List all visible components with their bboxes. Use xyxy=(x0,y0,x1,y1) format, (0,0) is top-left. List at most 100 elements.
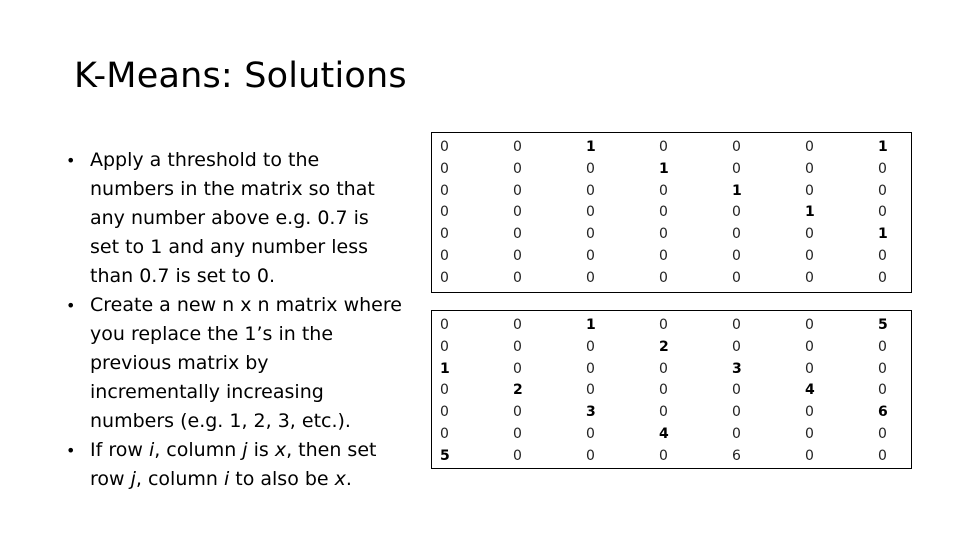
matrix-cell: 0 xyxy=(513,182,522,199)
matrix-cell: 0 xyxy=(659,317,668,333)
matrix-cell: 0 xyxy=(878,204,887,221)
matrix-cell: 0 xyxy=(659,247,668,264)
matrix-grid: 0 0 1 0 0 0 5 0 0 0 2 0 0 0 1 0 0 0 3 0 0 0 2 0 0 0 4 0 0 0 3 0 0 0 6 0 0 0 4 0… xyxy=(440,317,951,470)
numbered-symmetric-matrix: 0 0 1 0 0 0 5 0 0 0 2 0 0 0 1 0 0 0 3 0 0 0 2 0 0 0 4 0 0 0 3 0 0 0 6 0 0 0 4 0… xyxy=(431,310,912,469)
matrix-cell: 2 xyxy=(659,338,669,355)
matrix-cell: 0 xyxy=(440,247,449,264)
matrix-cell: 0 xyxy=(805,447,814,464)
matrix-cell: 0 xyxy=(659,447,668,464)
matrix-cell: 0 xyxy=(805,404,814,421)
bullet-text: Create a new n x n matrix where you repl… xyxy=(90,294,402,432)
matrix-cell: 1 xyxy=(732,182,742,199)
bullet-variable: x xyxy=(274,439,287,461)
matrix-cell: 1 xyxy=(878,139,888,155)
matrix-cell: 0 xyxy=(805,226,814,243)
matrix-cell: 0 xyxy=(440,382,449,399)
matrix-cell: 0 xyxy=(440,226,449,243)
matrix-cell: 0 xyxy=(513,360,522,377)
matrix-cell: 0 xyxy=(805,139,814,155)
matrix-cell: 0 xyxy=(586,182,595,199)
matrix-cell: 0 xyxy=(732,139,741,155)
matrix-cell: 1 xyxy=(805,204,815,221)
matrix-cell: 0 xyxy=(513,425,522,442)
matrix-cell: 3 xyxy=(586,404,596,421)
matrix-cell: 0 xyxy=(440,425,449,442)
bullet-dot-icon: • xyxy=(66,151,76,170)
matrix-cell: 0 xyxy=(586,338,595,355)
matrix-cell: 0 xyxy=(878,338,887,355)
matrix-cell: 0 xyxy=(878,360,887,377)
matrix-cell: 6 xyxy=(732,447,741,464)
bullet-text: Apply a threshold to the numbers in the … xyxy=(90,149,375,287)
matrix-cell: 1 xyxy=(440,360,450,377)
matrix-cell: 0 xyxy=(659,204,668,221)
matrix-cell: 0 xyxy=(586,447,595,464)
matrix-cell: 0 xyxy=(878,382,887,399)
matrix-cell: 0 xyxy=(586,160,595,177)
bullet-dot-icon: • xyxy=(66,441,76,460)
matrix-cell: 0 xyxy=(440,338,449,355)
bullet-item: • Apply a threshold to the numbers in the… xyxy=(62,146,402,291)
slide-title: K-Means: Solutions xyxy=(74,56,407,96)
matrix-cell: 3 xyxy=(732,360,742,377)
matrix-cell: 0 xyxy=(440,317,449,333)
matrix-cell: 0 xyxy=(732,160,741,177)
matrix-cell: 0 xyxy=(878,425,887,442)
matrix-cell: 0 xyxy=(586,269,595,286)
matrix-cell: 0 xyxy=(513,404,522,421)
matrix-cell: 0 xyxy=(513,204,522,221)
matrix-cell: 0 xyxy=(878,447,887,464)
matrix-cell: 0 xyxy=(878,247,887,264)
threshold-matrix: 0 0 1 0 0 0 1 0 0 0 1 0 0 0 0 0 0 0 1 0 0 0 0 0 0 0 1 0 0 0 0 0 0 0 1 0 0 0 0 0… xyxy=(431,132,912,293)
matrix-cell: 4 xyxy=(659,425,669,442)
matrix-cell: 0 xyxy=(732,425,741,442)
matrix-cell: 0 xyxy=(805,338,814,355)
matrix-cell: 0 xyxy=(732,269,741,286)
matrix-cell: 0 xyxy=(732,404,741,421)
matrix-cell: 0 xyxy=(513,226,522,243)
matrix-cell: 0 xyxy=(586,382,595,399)
matrix-cell: 0 xyxy=(586,247,595,264)
matrix-cell: 1 xyxy=(878,226,888,243)
matrix-cell: 0 xyxy=(440,160,449,177)
matrix-cell: 0 xyxy=(732,317,741,333)
matrix-cell: 0 xyxy=(513,139,522,155)
matrix-cell: 0 xyxy=(659,182,668,199)
matrix-cell: 0 xyxy=(440,182,449,199)
matrix-cell: 1 xyxy=(586,139,596,155)
matrix-cell: 0 xyxy=(659,269,668,286)
matrix-cell: 0 xyxy=(440,139,449,155)
matrix-cell: 0 xyxy=(805,360,814,377)
matrix-cell: 0 xyxy=(732,338,741,355)
matrix-cell: 0 xyxy=(732,247,741,264)
bullet-text: , column xyxy=(154,439,243,461)
matrix-cell: 0 xyxy=(805,182,814,199)
matrix-cell: 0 xyxy=(805,317,814,333)
bullet-text: If row xyxy=(90,439,149,461)
matrix-cell: 4 xyxy=(805,382,815,399)
matrix-cell: 0 xyxy=(586,360,595,377)
matrix-cell: 0 xyxy=(878,269,887,286)
matrix-cell: 1 xyxy=(586,317,596,333)
matrix-cell: 0 xyxy=(805,160,814,177)
matrix-cell: 0 xyxy=(659,360,668,377)
matrix-grid: 0 0 1 0 0 0 1 0 0 0 1 0 0 0 0 0 0 0 1 0 0 0 0 0 0 0 1 0 0 0 0 0 0 0 1 0 0 0 0 0… xyxy=(440,139,951,292)
matrix-cell: 0 xyxy=(878,160,887,177)
matrix-cell: 0 xyxy=(732,382,741,399)
bullet-text: is xyxy=(247,439,275,461)
bullet-item: • If row i, column j is x, then set row j… xyxy=(62,436,402,494)
matrix-cell: 0 xyxy=(659,226,668,243)
matrix-cell: 0 xyxy=(878,182,887,199)
matrix-cell: 0 xyxy=(659,382,668,399)
matrix-cell: 0 xyxy=(659,139,668,155)
matrix-cell: 0 xyxy=(586,425,595,442)
matrix-cell: 0 xyxy=(732,204,741,221)
matrix-cell: 5 xyxy=(878,317,888,333)
bullet-text: to also be xyxy=(229,468,335,490)
matrix-cell: 0 xyxy=(586,226,595,243)
bullet-variable: x xyxy=(334,468,346,490)
matrix-cell: 0 xyxy=(732,226,741,243)
bullet-text: . xyxy=(345,468,352,490)
matrix-cell: 0 xyxy=(440,204,449,221)
bullet-dot-icon: • xyxy=(66,296,76,315)
